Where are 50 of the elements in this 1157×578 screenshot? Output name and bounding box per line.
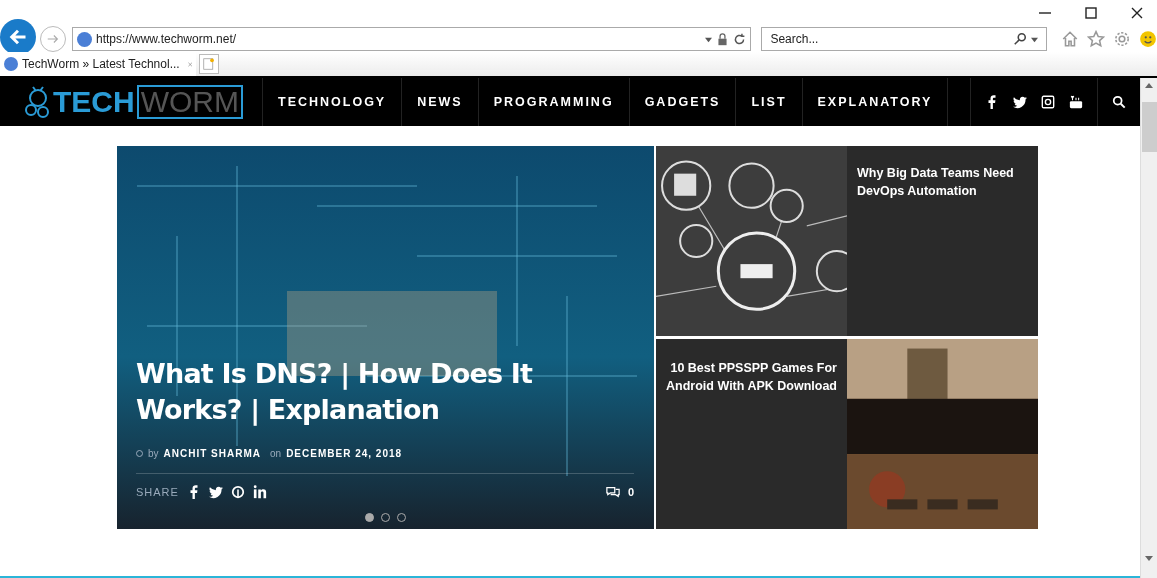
search-field[interactable]: Search... (761, 27, 1047, 51)
globe-icon (4, 57, 18, 71)
search-input[interactable]: Search... (770, 30, 1009, 48)
nav-link[interactable]: LIST (736, 78, 803, 126)
share-label: SHARE (136, 485, 179, 500)
globe-icon (77, 31, 92, 47)
comment-count: 0 (627, 485, 634, 500)
scroll-thumb[interactable] (1141, 102, 1157, 152)
twitter-icon[interactable] (208, 485, 223, 500)
scrollbar[interactable] (1140, 78, 1157, 578)
nav-link[interactable]: NEWS (402, 78, 479, 126)
logo-text: WORM (136, 85, 243, 119)
slide-title[interactable]: What Is DNS? | How Does It Works? | Explanation (136, 356, 634, 428)
linkedin-icon[interactable] (252, 485, 267, 500)
close-icon[interactable] (1129, 5, 1145, 21)
post-date: DECEMBER 24, 2018 (286, 447, 403, 461)
forward-arrow-icon (46, 32, 60, 46)
author-link[interactable]: ANCHIT SHARMA (163, 446, 261, 461)
new-tab-icon (203, 57, 215, 71)
star-icon[interactable] (1087, 30, 1105, 48)
twitter-icon[interactable] (1013, 95, 1027, 109)
smiley-icon[interactable] (1139, 30, 1157, 48)
nav-link[interactable]: TECHNOLOGY (263, 78, 403, 126)
by-label: by (148, 447, 159, 461)
refresh-icon[interactable] (733, 32, 747, 46)
back-arrow-icon (8, 27, 28, 47)
nav-link[interactable]: GADGETS (629, 78, 737, 126)
logo-text: TECH (53, 87, 135, 117)
address-text: https://www.techworm.net/ (96, 31, 238, 48)
search-icon[interactable] (1013, 32, 1027, 46)
instagram-icon[interactable] (1041, 95, 1055, 109)
back-button[interactable] (0, 19, 36, 55)
tab-title: TechWorm » Latest Technol... (22, 56, 180, 73)
address-bar[interactable]: https://www.techworm.net/ (72, 27, 752, 51)
home-icon[interactable] (1061, 30, 1079, 48)
nav-link[interactable]: PROGRAMMING (478, 78, 630, 126)
post-title[interactable]: 10 Best PPSSPP Games For Android With APK Download (666, 359, 837, 395)
scroll-up-icon[interactable] (1145, 82, 1153, 90)
settings-icon[interactable] (1113, 30, 1131, 48)
featured-slide[interactable]: What Is DNS? | How Does It Works? | Explanation by ANCHIT SHARMA on DECEMBER 24, 2018 SHARE 0 (117, 146, 654, 529)
dropdown-icon[interactable] (1031, 35, 1038, 43)
on-label: on (270, 447, 282, 461)
post-title[interactable]: Why Big Data Teams Need DevOps Automation (857, 164, 1028, 200)
nav-link[interactable]: EXPLANATORY (802, 78, 949, 126)
lock-icon (716, 32, 730, 46)
comments-icon[interactable] (605, 485, 620, 500)
search-icon[interactable] (1112, 95, 1126, 109)
maximize-icon[interactable] (1083, 5, 1099, 21)
dropdown-icon[interactable] (705, 35, 713, 43)
scroll-down-icon[interactable] (1145, 554, 1153, 562)
